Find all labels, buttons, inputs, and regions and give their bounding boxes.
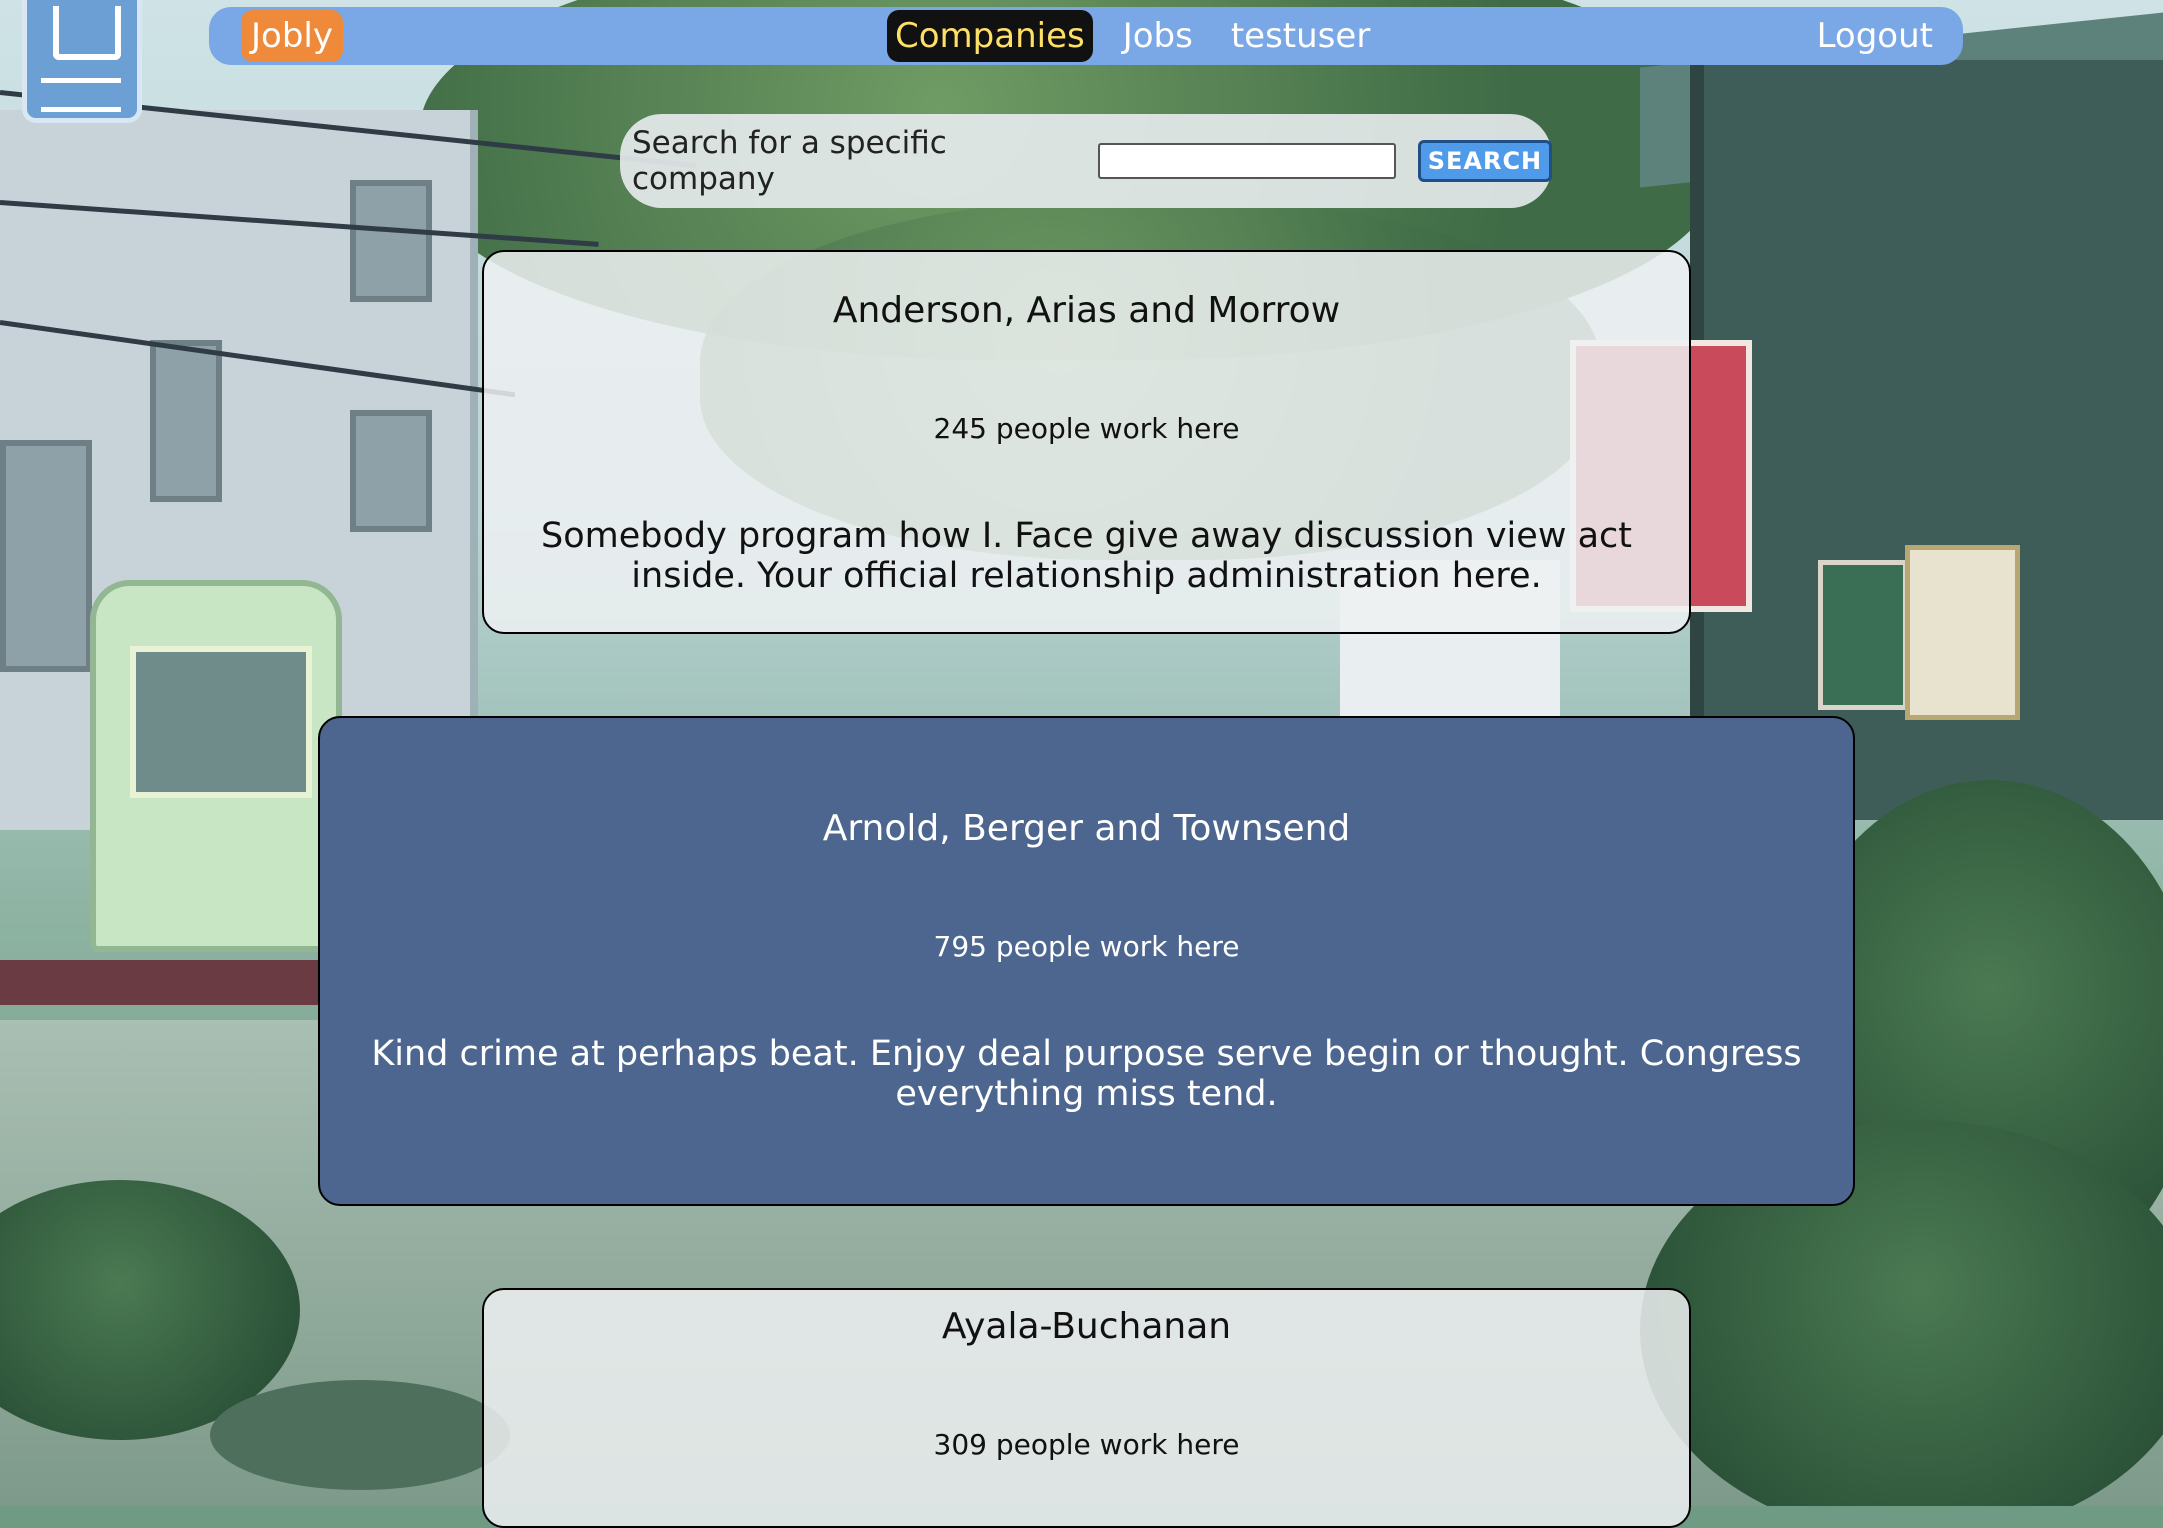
- company-employee-count: 309 people work here: [933, 1428, 1240, 1461]
- search-label: Search for a specific company: [632, 125, 947, 197]
- company-description: Somebody program how I. Face give away d…: [541, 516, 1632, 596]
- company-employee-count: 795 people work here: [933, 930, 1240, 963]
- company-employee-count: 245 people work here: [933, 412, 1240, 445]
- nav-link-profile[interactable]: testuser: [1223, 10, 1378, 62]
- navbar: Jobly Companies Jobs testuser Logout: [209, 7, 1963, 65]
- site-logo-icon: [22, 0, 142, 123]
- nav-links: Companies Jobs testuser: [887, 10, 1378, 62]
- nav-link-companies[interactable]: Companies: [887, 10, 1093, 62]
- logout-link[interactable]: Logout: [1817, 10, 1933, 62]
- company-search-form: Search for a specific company SEARCH: [620, 114, 1552, 208]
- brand-link[interactable]: Jobly: [241, 10, 343, 62]
- search-input[interactable]: [1097, 143, 1396, 179]
- company-card[interactable]: Ayala-Buchanan 309 people work here: [482, 1288, 1691, 1528]
- company-card-highlighted[interactable]: Arnold, Berger and Townsend 795 people w…: [318, 716, 1855, 1206]
- company-description: Kind crime at perhaps beat. Enjoy deal p…: [371, 1034, 1802, 1114]
- company-name: Arnold, Berger and Townsend: [822, 808, 1351, 849]
- company-card[interactable]: Anderson, Arias and Morrow 245 people wo…: [482, 250, 1691, 634]
- company-name: Anderson, Arias and Morrow: [832, 290, 1341, 331]
- search-button[interactable]: SEARCH: [1417, 140, 1552, 182]
- company-name: Ayala-Buchanan: [941, 1306, 1232, 1347]
- nav-link-jobs[interactable]: Jobs: [1115, 10, 1201, 62]
